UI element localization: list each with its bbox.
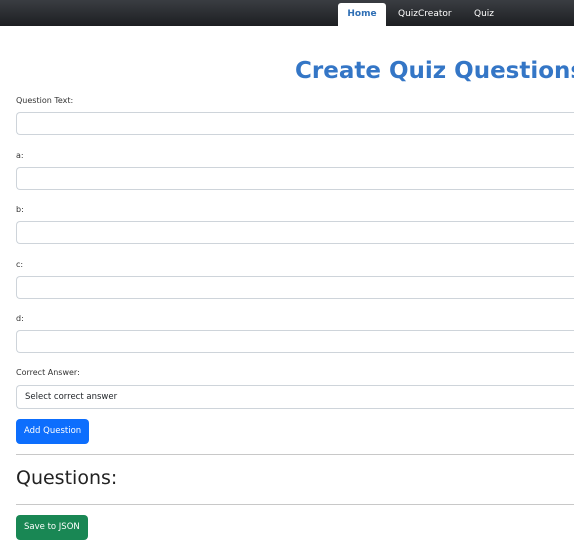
option-b-label: b:	[16, 205, 24, 214]
option-c-label: c:	[16, 260, 24, 269]
option-b-input[interactable]	[16, 221, 574, 244]
divider	[16, 504, 574, 505]
question-text-label: Question Text:	[16, 96, 74, 105]
correct-answer-label: Correct Answer:	[16, 368, 80, 377]
option-a-input[interactable]	[16, 167, 574, 190]
correct-answer-select[interactable]: Select correct answer	[16, 385, 574, 409]
tab-home[interactable]: Home	[338, 3, 386, 26]
questions-heading: Questions:	[16, 467, 118, 489]
option-d-label: d:	[16, 314, 24, 323]
add-question-button[interactable]: Add Question	[16, 419, 90, 444]
save-json-button[interactable]: Save to JSON	[16, 515, 88, 540]
question-text-input[interactable]	[16, 112, 574, 135]
tab-quizcreator[interactable]: QuizCreator	[398, 3, 452, 26]
navbar: Home QuizCreator Quiz	[0, 0, 574, 26]
divider	[16, 454, 574, 455]
option-d-input[interactable]	[16, 330, 574, 353]
option-c-input[interactable]	[16, 276, 574, 299]
option-a-label: a:	[16, 151, 24, 160]
tab-quiz[interactable]: Quiz	[474, 3, 494, 26]
page-title: Create Quiz Questions	[295, 58, 574, 84]
